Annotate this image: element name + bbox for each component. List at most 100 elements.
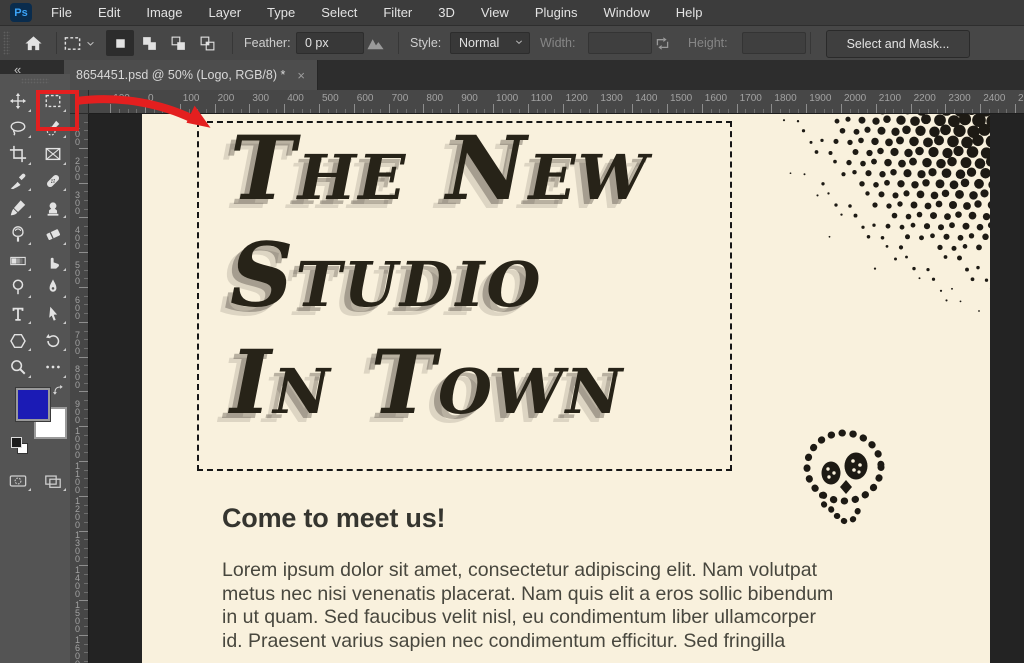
- options-bar-grip[interactable]: [3, 31, 10, 55]
- foreground-color-swatch[interactable]: [16, 388, 50, 421]
- lasso-tool[interactable]: [0, 115, 35, 142]
- healing-brush-icon: [44, 172, 62, 190]
- ruler-tick-minor: [84, 122, 88, 123]
- smudge-tool[interactable]: [35, 248, 70, 275]
- ruler-tick-minor: [84, 574, 88, 575]
- chevron-down-icon[interactable]: [84, 26, 97, 60]
- ruler-tick: [79, 217, 88, 218]
- subtract-from-selection-button[interactable]: [164, 30, 192, 56]
- ruler-tick-minor: [589, 109, 590, 113]
- ruler-tick-minor: [84, 470, 88, 471]
- ruler-tick-minor: [189, 109, 190, 113]
- menu-item-filter[interactable]: Filter: [370, 0, 425, 25]
- menu-item-edit[interactable]: Edit: [85, 0, 133, 25]
- swap-dimensions-icon[interactable]: [654, 26, 671, 60]
- intersect-with-selection-button[interactable]: [193, 30, 221, 56]
- ruler-tick-minor: [84, 339, 88, 340]
- menu-item-plugins[interactable]: Plugins: [522, 0, 591, 25]
- document-tab[interactable]: 8654451.psd @ 50% (Logo, RGB/8) * ×: [64, 60, 318, 90]
- pen-tool[interactable]: [35, 274, 70, 301]
- crop-tool[interactable]: [0, 141, 35, 168]
- ruler-label: 1700: [740, 93, 762, 104]
- tool-palette: [0, 74, 70, 663]
- ruler-tick: [737, 104, 738, 113]
- document-canvas[interactable]: The NewStudioIn Town Come to meet us! Lo…: [142, 113, 990, 663]
- history-brush-tool[interactable]: [0, 221, 35, 248]
- tool-preset-marquee[interactable]: [63, 26, 82, 60]
- toolbar-grip[interactable]: [21, 78, 49, 84]
- type-tool[interactable]: [0, 301, 35, 328]
- move-tool[interactable]: [0, 88, 35, 115]
- frame-tool[interactable]: [35, 141, 70, 168]
- ruler-tick: [79, 183, 88, 184]
- feather-input[interactable]: 0 px: [296, 32, 364, 54]
- ruler-tick: [667, 104, 668, 113]
- menu-item-help[interactable]: Help: [663, 0, 716, 25]
- ruler-label: 600: [357, 93, 374, 104]
- ruler-tick-minor: [476, 109, 477, 113]
- eraser-tool[interactable]: [35, 221, 70, 248]
- ruler-tick-minor: [658, 109, 659, 113]
- ruler-tick: [79, 287, 88, 288]
- ruler-tick: [79, 148, 88, 149]
- menu-item-3d[interactable]: 3D: [425, 0, 468, 25]
- ruler-label: 1500: [74, 601, 81, 633]
- eyedropper-tool[interactable]: [0, 168, 35, 195]
- path-selection-tool[interactable]: [35, 301, 70, 328]
- zoom-tool[interactable]: [0, 354, 35, 381]
- menu-item-image[interactable]: Image: [133, 0, 195, 25]
- ruler-tick: [458, 104, 459, 113]
- ruler-tick: [528, 104, 529, 113]
- ruler-tick-minor: [84, 557, 88, 558]
- screen-mode-button[interactable]: [35, 468, 70, 494]
- eyedropper-icon: [9, 172, 27, 190]
- ruler-label: 100: [183, 93, 200, 104]
- chevron-down-icon: [84, 37, 97, 50]
- ruler-tick-minor: [84, 383, 88, 384]
- edit-toolbar[interactable]: [35, 354, 70, 381]
- ruler-tick: [389, 104, 390, 113]
- style-label: Style:: [410, 26, 441, 60]
- ruler-tick-minor: [293, 109, 294, 113]
- gradient-tool[interactable]: [0, 248, 35, 275]
- ruler-label: 700: [392, 93, 409, 104]
- pen-icon: [44, 278, 62, 296]
- ruler-label: 300: [252, 93, 269, 104]
- quick-mask-button[interactable]: [0, 468, 35, 494]
- move-icon: [9, 92, 27, 110]
- ruler-tick-minor: [606, 109, 607, 113]
- healing-brush-tool[interactable]: [35, 168, 70, 195]
- ruler-tick: [771, 104, 772, 113]
- ruler-tick: [632, 104, 633, 113]
- ruler-tick: [79, 252, 88, 253]
- close-tab-icon[interactable]: ×: [297, 68, 305, 83]
- type-icon: [9, 305, 27, 323]
- menu-item-file[interactable]: File: [38, 0, 85, 25]
- home-button[interactable]: [24, 26, 43, 60]
- rotate-view-tool[interactable]: [35, 327, 70, 354]
- swap-colors-icon[interactable]: [52, 384, 65, 402]
- menu-item-layer[interactable]: Layer: [196, 0, 255, 25]
- new-selection-button[interactable]: [106, 30, 134, 56]
- clone-stamp-tool[interactable]: [35, 194, 70, 221]
- document-heading: Come to meet us!: [222, 503, 445, 534]
- dodge-tool[interactable]: [0, 274, 35, 301]
- default-colors-icon[interactable]: [11, 437, 22, 448]
- menu-item-window[interactable]: Window: [590, 0, 662, 25]
- add-to-selection-button[interactable]: [135, 30, 163, 56]
- screen-mode-icon: [44, 472, 62, 490]
- brush-tool[interactable]: [0, 194, 35, 221]
- menu-item-type[interactable]: Type: [254, 0, 308, 25]
- menu-item-view[interactable]: View: [468, 0, 522, 25]
- shape-tool[interactable]: [0, 327, 35, 354]
- mode-intersect-icon: [199, 35, 216, 52]
- ruler-tick-minor: [789, 109, 790, 113]
- select-and-mask-button[interactable]: Select and Mask...: [826, 30, 970, 58]
- swap-colors-icon: [52, 384, 65, 397]
- pasteboard: The NewStudioIn Town Come to meet us! Lo…: [88, 113, 1024, 663]
- style-select[interactable]: Normal: [450, 32, 530, 54]
- ruler-tick-minor: [450, 109, 451, 113]
- menu-item-select[interactable]: Select: [308, 0, 370, 25]
- lasso-icon: [9, 119, 27, 137]
- ruler-tick-minor: [832, 109, 833, 113]
